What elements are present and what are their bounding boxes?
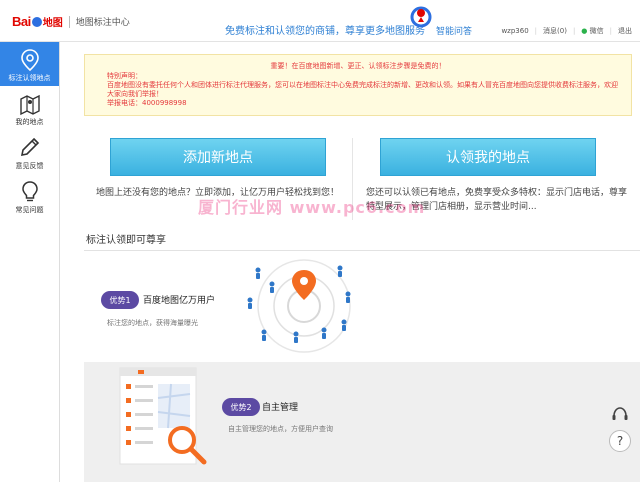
sidebar-item-my-places[interactable]: 我的地点: [0, 86, 59, 130]
user-reach-illustration: [247, 259, 351, 353]
sidebar-item-mark-claim[interactable]: 标注认领地点: [0, 42, 59, 86]
user-links: wzp360 | 消息(0) | ● 微信 | 退出: [501, 26, 632, 36]
sidebar-item-label: 标注认领地点: [8, 74, 51, 82]
disclaimer-notice: 重要！在百度地图新增、更正、认领标注步骤是免费的！ 特别声明： 百度地图没有委托…: [84, 54, 632, 116]
self-management-illustration: [119, 367, 207, 465]
divider: |: [609, 27, 612, 35]
divider: |: [572, 27, 576, 35]
baidu-paw-icon: [31, 16, 42, 27]
pencil-icon: [20, 137, 39, 157]
messages-link[interactable]: 消息(0): [543, 26, 567, 36]
help-button[interactable]: ?: [609, 430, 631, 452]
lightbulb-icon: [21, 181, 38, 202]
wechat-label: 微信: [589, 27, 604, 35]
top-header: Bai 地图 地图标注中心 免费标注和认领您的商铺，尊享更多地图服务 智能问答 …: [0, 0, 640, 42]
claim-my-place-button[interactable]: 认领我的地点: [380, 138, 596, 176]
divider: |: [534, 27, 538, 35]
notice-line: 百度地图没有委托任何个人和团体进行标注代理服务，您可以在地图标注中心免费完成标注…: [107, 81, 618, 98]
baidu-map-logo[interactable]: Bai 地图 地图标注中心: [12, 14, 130, 29]
left-sidebar: 标注认领地点 我的地点 意见反馈 常见问题: [0, 42, 60, 482]
smart-qa-link[interactable]: 智能问答: [436, 24, 472, 37]
logo-map-text: 地图: [42, 18, 63, 29]
advantage-2-title: 自主管理: [262, 403, 299, 413]
sidebar-item-label: 常见问题: [15, 206, 44, 214]
notice-line: 举报电话：4000998998: [107, 99, 187, 107]
advantage-1-badge: 优势1: [101, 291, 139, 309]
advantage-2-badge: 优势2: [222, 398, 260, 416]
logo-divider: [68, 15, 70, 28]
customer-service-button[interactable]: [609, 404, 631, 426]
sidebar-item-feedback[interactable]: 意见反馈: [0, 130, 59, 174]
logout-link[interactable]: 退出: [618, 26, 632, 36]
benefits-section-title: 标注认领即可尊享: [86, 235, 166, 246]
username-link[interactable]: wzp360: [501, 27, 528, 35]
section-divider: [84, 250, 640, 251]
notice-body: 特别声明： 百度地图没有委托任何个人和团体进行标注代理服务，您可以在地图标注中心…: [93, 72, 621, 108]
advantage-1-title: 百度地图亿万用户: [143, 296, 216, 306]
sidebar-item-label: 意见反馈: [15, 162, 44, 170]
header-promo-text: 免费标注和认领您的商铺，尊享更多地图服务: [225, 26, 425, 37]
watermark: 厦门行业网 www.pc6.com: [198, 198, 426, 217]
notice-title: 重要！在百度地图新增、更正、认领标注步骤是免费的！: [270, 62, 446, 70]
headset-icon: [612, 407, 628, 420]
logo-subtitle: 地图标注中心: [75, 18, 130, 28]
wechat-icon: ●: [581, 27, 588, 35]
wechat-link[interactable]: ● 微信: [581, 26, 603, 36]
add-new-place-button[interactable]: 添加新地点: [110, 138, 326, 176]
logo-wordmark: Bai: [12, 14, 31, 29]
folded-map-icon: [19, 94, 40, 116]
sidebar-item-label: 我的地点: [15, 118, 44, 126]
map-pin-icon: [20, 49, 39, 72]
advantage-1-description: 标注您的地点，获得海量曝光: [107, 319, 198, 327]
question-mark-icon: ?: [616, 434, 624, 448]
notice-line: 特别声明：: [107, 72, 142, 80]
advantage-2-description: 自主管理您的地点，方便用户查询: [228, 425, 333, 433]
sidebar-item-faq[interactable]: 常见问题: [0, 174, 59, 218]
smart-qa-logo-icon: [410, 6, 432, 28]
